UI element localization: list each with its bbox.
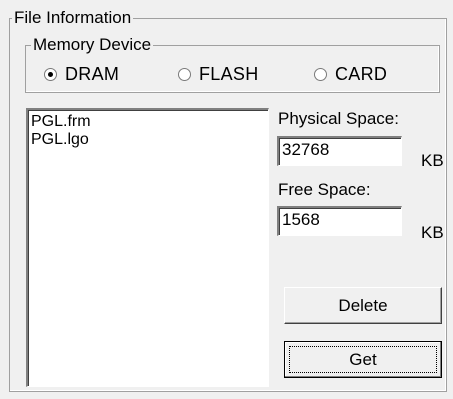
memory-device-title: Memory Device [31, 35, 154, 54]
radio-flash[interactable]: FLASH [178, 64, 259, 85]
file-information-title: File Information [12, 8, 134, 27]
radio-card-circle [314, 68, 327, 81]
physical-space-field[interactable]: 32768 [277, 136, 402, 166]
physical-space-unit: KB [421, 151, 444, 170]
radio-card[interactable]: CARD [314, 64, 387, 85]
radio-dram-circle [44, 68, 57, 81]
get-button-focus-rect [289, 346, 437, 373]
list-item[interactable]: PGL.lgo [31, 131, 265, 149]
list-item[interactable]: PGL.frm [31, 113, 265, 131]
delete-button-label: Delete [338, 295, 388, 315]
delete-button[interactable]: Delete [284, 287, 442, 324]
radio-dram[interactable]: DRAM [44, 64, 119, 85]
free-space-unit: KB [421, 223, 444, 242]
physical-space-label: Physical Space: [278, 109, 399, 128]
file-list[interactable]: PGL.frm PGL.lgo [26, 108, 269, 387]
free-space-label: Free Space: [278, 180, 371, 199]
radio-flash-label: FLASH [199, 64, 259, 84]
get-button[interactable]: Get [284, 341, 442, 378]
radio-dram-label: DRAM [65, 64, 120, 84]
free-space-field[interactable]: 1568 [277, 206, 402, 236]
radio-card-label: CARD [335, 64, 388, 84]
radio-flash-circle [178, 68, 191, 81]
